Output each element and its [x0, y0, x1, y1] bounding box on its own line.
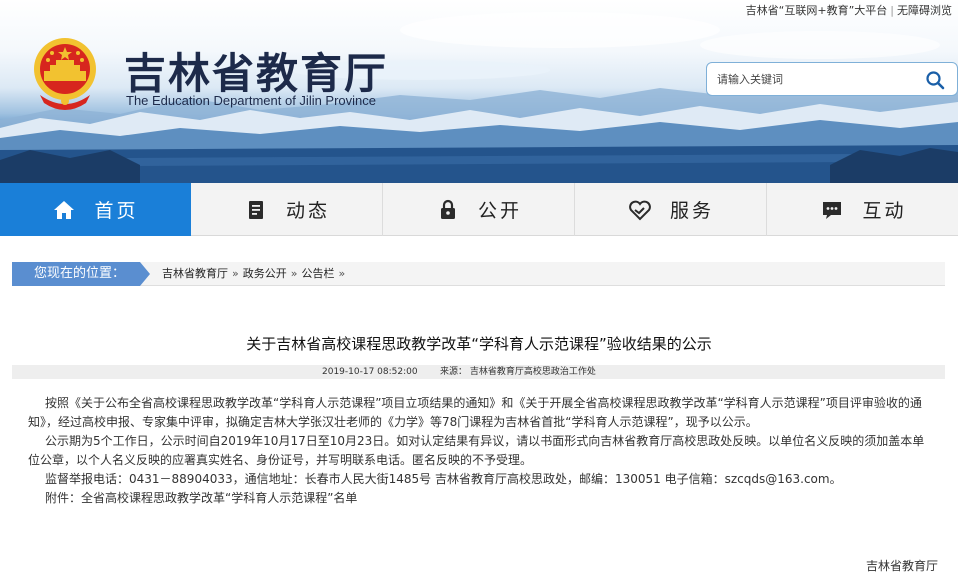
- breadcrumb-item-home[interactable]: 吉林省教育厅: [162, 267, 228, 280]
- article-body: 按照《关于公布全省高校课程思政教学改革“学科育人示范课程”项目立项结果的通知》和…: [28, 394, 933, 508]
- lock-icon: [440, 199, 455, 219]
- nav-item-service[interactable]: 服务: [576, 183, 767, 236]
- search-box: [706, 62, 958, 96]
- accessible-browse-link[interactable]: 无障碍浏览: [897, 4, 952, 17]
- home-icon: [54, 200, 75, 219]
- nav-item-public[interactable]: 公开: [384, 183, 575, 236]
- site-subtitle: The Education Department of Jilin Provin…: [126, 93, 377, 108]
- article-date: 2019-10-17 08:52:00: [322, 367, 418, 377]
- article-title: 关于吉林省高校课程思政教学改革“学科育人示范课程”验收结果的公示: [246, 335, 712, 353]
- attachment-link[interactable]: 附件：全省高校课程思政教学改革“学科育人示范课程”名单: [28, 489, 933, 508]
- nav-item-label: 互动: [862, 200, 907, 222]
- breadcrumb-separator: »: [232, 267, 239, 280]
- handshake-heart-icon: [629, 200, 651, 220]
- document-icon: [248, 200, 263, 219]
- nav-item-news[interactable]: 动态: [192, 183, 383, 236]
- header-banner: 吉林省“互联网+教育”大平台 | 无障碍浏览 吉林省教育厅 The Educatio…: [0, 0, 958, 183]
- nav-item-label: 公开: [477, 200, 522, 222]
- site-title: 吉林省教育厅: [124, 49, 389, 98]
- platform-link[interactable]: 吉林省“互联网+教育”大平台: [746, 4, 888, 17]
- nav-item-home[interactable]: 首页: [0, 183, 191, 236]
- breadcrumb-label: 您现在的位置：: [12, 262, 150, 286]
- top-links-separator: |: [890, 4, 894, 17]
- breadcrumb: 您现在的位置： 吉林省教育厅» 政务公开» 公告栏»: [12, 262, 945, 286]
- search-icon[interactable]: [925, 70, 945, 90]
- main-nav: 首页 动态 公开 服务 互动: [0, 183, 958, 236]
- breadcrumb-item-bulletin[interactable]: 公告栏: [301, 267, 334, 280]
- nav-item-label: 动态: [285, 200, 330, 222]
- breadcrumb-separator: »: [290, 267, 298, 280]
- breadcrumb-separator: »: [338, 267, 346, 280]
- article-paragraph: 公示期为5个工作日，公示时间自2019年10月17日至10月23日。如对认定结果…: [28, 434, 925, 467]
- top-links: 吉林省“互联网+教育”大平台 | 无障碍浏览: [746, 2, 952, 18]
- national-emblem-icon: [34, 38, 96, 110]
- nav-item-label: 服务: [669, 200, 714, 222]
- article-paragraph: 按照《关于公布全省高校课程思政教学改革“学科育人示范课程”项目立项结果的通知》和…: [28, 396, 922, 429]
- article-source: 来源： 吉林省教育厅高校思政治工作处: [440, 367, 596, 377]
- breadcrumb-trail: 吉林省教育厅» 政务公开» 公告栏»: [162, 262, 349, 286]
- breadcrumb-item-gov-affairs[interactable]: 政务公开: [243, 267, 287, 280]
- search-input[interactable]: [717, 70, 917, 88]
- nav-item-label: 首页: [94, 200, 139, 222]
- nav-item-interact[interactable]: 互动: [768, 183, 958, 236]
- chat-bubble-icon: [823, 201, 842, 219]
- article-signature: 吉林省教育厅: [865, 559, 938, 573]
- article-paragraph: 监督举报电话：0431－88904033，通信地址：长春市人民大街1485号 吉…: [45, 472, 842, 486]
- article-meta: 2019-10-17 08:52:00 来源： 吉林省教育厅高校思政治工作处: [12, 365, 945, 379]
